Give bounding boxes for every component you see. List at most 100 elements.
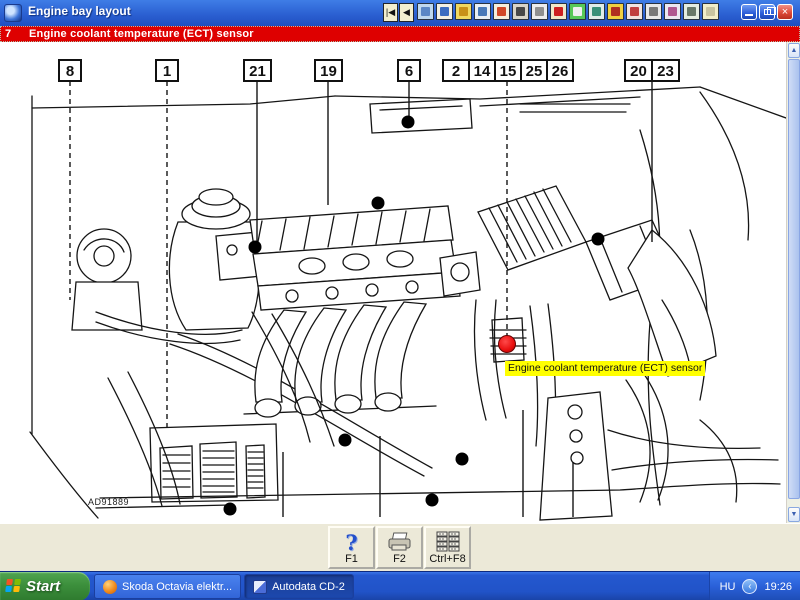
toolbar-icon-7[interactable] (531, 3, 548, 20)
action-button-label: F1 (345, 553, 358, 565)
system-tray: HU ‹ 19:26 (708, 572, 800, 600)
f1-button[interactable]: ? F1 (328, 526, 375, 569)
action-buttons: ? F1 F2 Ctrl+F8 (328, 526, 472, 569)
printer-icon (388, 532, 410, 551)
callout-label-23: 23 (657, 63, 674, 80)
diagram-canvas[interactable]: 8 1 21 19 6 2 14 15 25 26 20 23 Engine coolant temp… (0, 42, 800, 523)
task-label: Autodata CD-2 (272, 580, 345, 593)
toolbar-icon-4[interactable] (474, 3, 491, 20)
restore-icon (764, 7, 776, 15)
toolbar-icon-8[interactable] (550, 3, 567, 20)
toolbar-icon-9[interactable] (569, 3, 586, 20)
ctrl-f8-button[interactable]: Ctrl+F8 (424, 526, 471, 569)
minimize-icon (745, 14, 753, 16)
component-dot-8[interactable] (455, 452, 469, 466)
toolbar-icon-16[interactable] (702, 3, 719, 20)
ect-sensor-marker[interactable] (498, 335, 516, 353)
nav-first-button[interactable]: |◀ (383, 3, 398, 22)
toolbar-icon-15-glyph (687, 7, 696, 16)
callout-label-15: 15 (500, 63, 517, 80)
vertical-scrollbar[interactable]: ▲ ▼ (786, 42, 800, 523)
toolbar-icon-6-glyph (516, 7, 525, 16)
toolbar-icon-15[interactable] (683, 3, 700, 20)
component-dot-1[interactable] (248, 240, 262, 254)
toolbar-icon-14-glyph (668, 7, 677, 16)
scrollbar-thumb[interactable] (788, 59, 800, 499)
help-icon: ? (345, 529, 358, 555)
language-indicator[interactable]: HU (720, 581, 736, 593)
component-dot-2[interactable] (401, 115, 415, 129)
topic-header-bar: 7 Engine coolant temperature (ECT) senso… (0, 26, 800, 42)
taskbar-task-2[interactable]: Autodata CD-2 (244, 574, 354, 599)
component-dot-5[interactable] (338, 433, 352, 447)
app-icon (4, 4, 22, 22)
toolbar-icon-14[interactable] (664, 3, 681, 20)
application-window: Engine bay layout |◀ ◀ × 7 Engine coolan… (0, 0, 800, 600)
toolbar-icon-3[interactable] (455, 3, 472, 20)
toolbar-icon-9-glyph (573, 7, 582, 16)
callout-label-20: 20 (630, 63, 647, 80)
firefox-icon (103, 579, 117, 594)
toolbar-icon-12[interactable] (626, 3, 643, 20)
restore-button[interactable] (759, 4, 776, 20)
toolbar-icon-6[interactable] (512, 3, 529, 20)
action-button-label: F2 (393, 553, 406, 565)
toolbar-icon-13[interactable] (645, 3, 662, 20)
component-dot-6[interactable] (425, 493, 439, 507)
task-button-row: Skoda Octavia elektr... Autodata CD-2 (94, 574, 354, 599)
start-button[interactable]: Start (0, 572, 90, 600)
toolbar-icon-2-glyph (440, 7, 449, 16)
toolbar-icon-1-glyph (421, 7, 430, 16)
toolbar-icon-7-glyph (535, 7, 544, 16)
callout-label-21: 21 (249, 63, 266, 80)
engine-bay-diagram: 8 1 21 19 6 2 14 15 25 26 20 23 (29, 59, 786, 521)
scroll-down-button[interactable]: ▼ (788, 507, 800, 522)
windows-logo-icon (5, 579, 22, 593)
callout-label-8: 8 (66, 63, 74, 80)
toolbar-icon-11-glyph (611, 7, 620, 16)
component-dot-3[interactable] (371, 196, 385, 210)
tray-chevron-icon[interactable]: ‹ (742, 579, 758, 594)
autodata-icon (253, 579, 268, 594)
toolbar-icon-8-glyph (554, 7, 563, 16)
task-label: Skoda Octavia elektr... (122, 580, 233, 593)
minimize-button[interactable] (741, 4, 757, 20)
toolbar-icon-10-glyph (592, 7, 601, 16)
callout-label-19: 19 (320, 63, 337, 80)
nav-back-button[interactable]: ◀ (399, 3, 414, 22)
taskbar-clock[interactable]: 19:26 (764, 581, 792, 593)
callout-label-2: 2 (452, 63, 460, 80)
engine-line-art (29, 86, 786, 521)
toolbar-icon-4-glyph (478, 7, 487, 16)
component-dot-7[interactable] (223, 502, 237, 516)
start-button-label: Start (26, 578, 61, 595)
taskbar-task-1[interactable]: Skoda Octavia elektr... (94, 574, 242, 599)
diagram-reference-code: AD91889 (88, 497, 130, 507)
topic-number: 7 (5, 28, 12, 40)
callout-label-6: 6 (405, 63, 413, 80)
toolbar-icon-13-glyph (649, 7, 658, 16)
scroll-up-button[interactable]: ▲ (788, 43, 800, 58)
toolbar-icon-10[interactable] (588, 3, 605, 20)
ect-sensor-tooltip: Engine coolant temperature (ECT) sensor (505, 361, 706, 376)
action-button-label: Ctrl+F8 (429, 553, 466, 565)
toolbar-icon-16-glyph (706, 7, 715, 16)
window-title: Engine bay layout (28, 4, 131, 18)
callout-label-14: 14 (474, 63, 491, 80)
window-titlebar: Engine bay layout |◀ ◀ × (0, 0, 800, 26)
toolbar-icon-5[interactable] (493, 3, 510, 20)
component-dot-4[interactable] (591, 232, 605, 246)
toolbar-icon-11[interactable] (607, 3, 624, 20)
toolbar-icon-2[interactable] (436, 3, 453, 20)
list-icon (436, 531, 459, 552)
taskbar: Start Skoda Octavia elektr... Autodata CD… (0, 571, 800, 600)
topic-title: Engine coolant temperature (ECT) sensor (29, 28, 254, 40)
close-button[interactable]: × (777, 4, 793, 20)
toolbar-icon-row (417, 3, 719, 22)
f2-button[interactable]: F2 (376, 526, 423, 569)
toolbar-icon-5-glyph (497, 7, 506, 16)
toolbar-icon-1[interactable] (417, 3, 434, 20)
function-key-strip: ? F1 F2 Ctrl+F8 (0, 523, 800, 571)
toolbar-icon-3-glyph (459, 7, 468, 16)
callout-label-25: 25 (526, 63, 543, 80)
